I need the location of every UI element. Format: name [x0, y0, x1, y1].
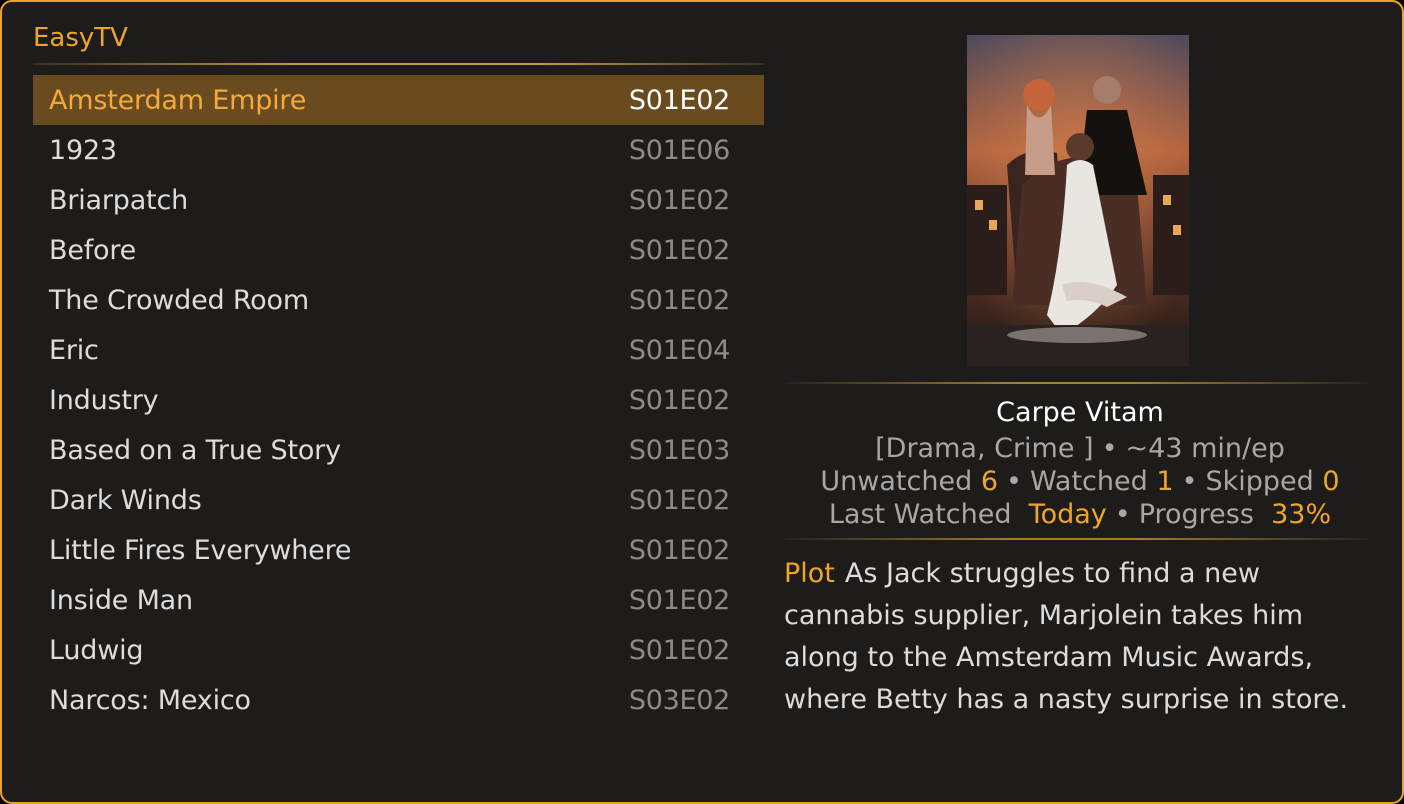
- show-name: Based on a True Story: [49, 434, 341, 466]
- show-row[interactable]: 1923 S01E06: [33, 125, 764, 175]
- runtime-text: ~43 min/ep: [1125, 433, 1285, 464]
- last-watched-label: Last Watched: [828, 499, 1012, 530]
- show-episode: S01E02: [628, 384, 730, 416]
- show-name: Before: [49, 234, 137, 266]
- last-watched-value: Today: [1028, 499, 1107, 530]
- show-row[interactable]: Before S01E02: [33, 225, 764, 275]
- unwatched-value: 6: [980, 466, 998, 497]
- show-row[interactable]: Inside Man S01E02: [33, 575, 764, 625]
- show-name: The Crowded Room: [49, 284, 309, 316]
- show-episode: S01E02: [628, 484, 730, 516]
- show-episode: S01E03: [628, 434, 730, 466]
- show-row[interactable]: Based on a True Story S01E03: [33, 425, 764, 475]
- genre-text: [Drama, Crime ]: [875, 433, 1094, 464]
- show-episode: S01E06: [628, 134, 730, 166]
- show-name: Briarpatch: [49, 184, 188, 216]
- show-name: Inside Man: [49, 584, 193, 616]
- progress-label: Progress: [1138, 499, 1254, 530]
- show-row[interactable]: Little Fires Everywhere S01E02: [33, 525, 764, 575]
- details-divider-bottom: [785, 538, 1369, 540]
- show-episode: S03E02: [628, 684, 730, 716]
- watched-value: 1: [1156, 466, 1174, 497]
- show-row[interactable]: Industry S01E02: [33, 375, 764, 425]
- episode-counts-line: Unwatched 6 • Watched 1 • Skipped 0: [785, 465, 1375, 498]
- show-row[interactable]: Amsterdam Empire S01E02: [33, 75, 764, 125]
- show-name: Eric: [49, 334, 99, 366]
- show-episode: S01E02: [628, 584, 730, 616]
- show-name: Industry: [49, 384, 159, 416]
- plot-section: Plot As Jack struggles to find a new cann…: [784, 553, 1372, 721]
- show-row[interactable]: Ludwig S01E02: [33, 625, 764, 675]
- title-divider: [33, 63, 764, 65]
- show-episode: S01E02: [628, 184, 730, 216]
- bullet-separator: •: [1114, 499, 1131, 530]
- bullet-separator: •: [1006, 466, 1022, 497]
- show-episode: S01E02: [628, 234, 730, 266]
- watched-label: Watched: [1029, 466, 1148, 497]
- skipped-value: 0: [1322, 466, 1340, 497]
- episode-title: Carpe Vitam: [996, 397, 1164, 428]
- show-row[interactable]: The Crowded Room S01E02: [33, 275, 764, 325]
- show-name: Amsterdam Empire: [49, 84, 307, 116]
- show-name: 1923: [49, 134, 117, 166]
- skipped-label: Skipped: [1205, 466, 1314, 497]
- show-row[interactable]: Eric S01E04: [33, 325, 764, 375]
- show-row[interactable]: Dark Winds S01E02: [33, 475, 764, 525]
- show-name: Dark Winds: [49, 484, 202, 516]
- show-list: Amsterdam Empire S01E02 1923 S01E06 Briarpat…: [33, 75, 764, 725]
- show-row[interactable]: Briarpatch S01E02: [33, 175, 764, 225]
- poster-artwork: [967, 35, 1189, 366]
- unwatched-label: Unwatched: [820, 466, 973, 497]
- show-name: Narcos: Mexico: [49, 684, 251, 716]
- easytv-window: EasyTV Amsterdam Empire S01E02 1923 S01E06 B…: [0, 0, 1404, 804]
- show-episode: S01E02: [628, 84, 730, 116]
- show-episode: S01E04: [628, 334, 730, 366]
- details-divider-top: [785, 382, 1369, 384]
- last-watched-line: Last Watched Today • Progress 33%: [785, 498, 1375, 531]
- plot-label: Plot: [784, 558, 835, 589]
- bullet-separator: •: [1101, 433, 1118, 464]
- show-episode: S01E02: [628, 284, 730, 316]
- genre-runtime-line: [Drama, Crime ] • ~43 min/ep: [785, 432, 1375, 465]
- show-row[interactable]: Narcos: Mexico S03E02: [33, 675, 764, 725]
- app-title: EasyTV: [33, 23, 128, 53]
- plot-text: As Jack struggles to find a new cannabis…: [784, 558, 1349, 715]
- show-episode: S01E02: [628, 534, 730, 566]
- show-name: Ludwig: [49, 634, 144, 666]
- progress-value: 33%: [1271, 499, 1332, 530]
- bullet-separator: •: [1181, 466, 1198, 497]
- show-episode: S01E02: [628, 634, 730, 666]
- show-name: Little Fires Everywhere: [49, 534, 352, 566]
- show-poster: [967, 35, 1189, 366]
